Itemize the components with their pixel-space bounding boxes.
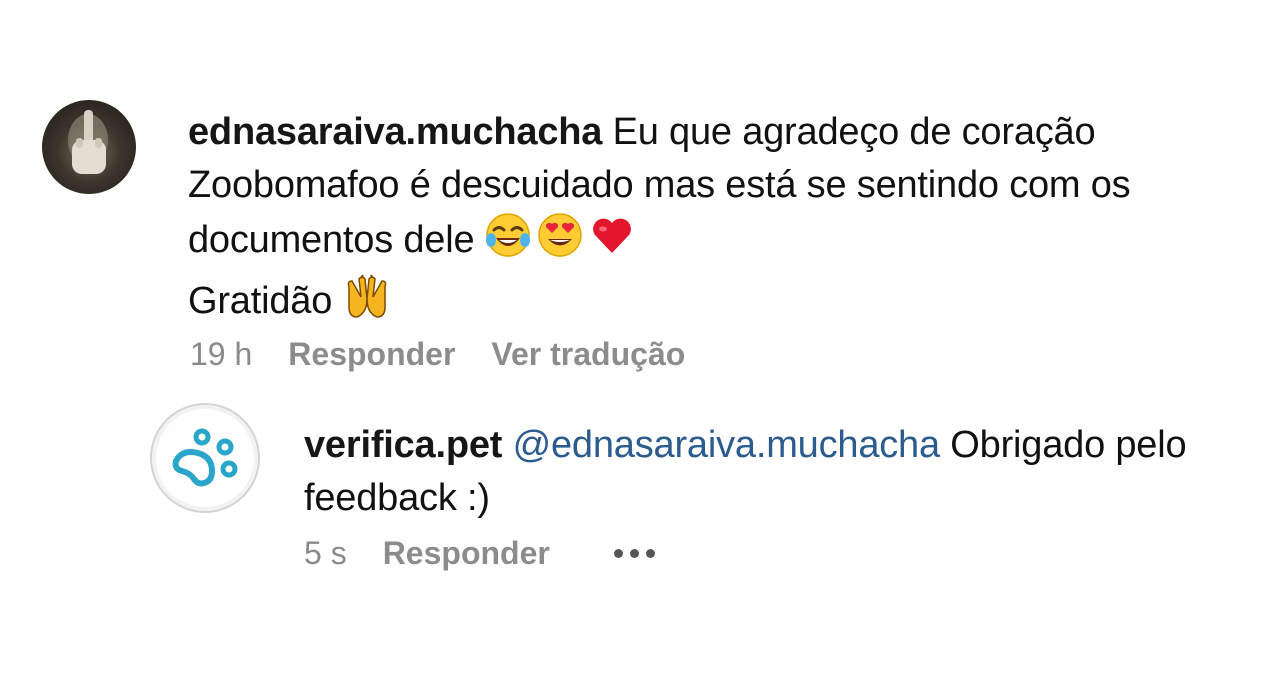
raising-hands-emoji-icon (343, 273, 391, 334)
reply-username[interactable]: verifica.pet (304, 424, 502, 466)
reply-button[interactable]: Responder (383, 535, 550, 572)
comment-text-line-1: Eu que agradeço de coração (612, 111, 1096, 153)
comment-username[interactable]: ednasaraiva.muchacha (188, 111, 602, 153)
comment-text-line-3: documentos dele (188, 219, 475, 261)
reply-button[interactable]: Responder (288, 336, 455, 373)
reply-body: verifica.pet @ednasaraiva.muchacha Obrig… (304, 419, 1264, 525)
reply-timestamp: 5 s (304, 535, 347, 571)
mention-link[interactable]: @ednasaraiva.muchacha (513, 424, 940, 466)
comment-line-4: Gratidão (188, 273, 1248, 334)
comment-text-line-4: Gratidão (188, 280, 333, 322)
paw-logo-icon (161, 414, 249, 502)
comment-text: ednasaraiva.muchacha Eu que agradeço de … (188, 106, 1248, 334)
comment-line-3: documentos dele (188, 212, 1248, 273)
reply-text-line-1: Obrigado pelo (950, 424, 1187, 466)
comment-line-2: Zoobomafoo é descuidado mas está se sent… (188, 164, 1131, 206)
reply-text: verifica.pet @ednasaraiva.muchacha Obrig… (304, 419, 1264, 525)
avatar-photo-icon (68, 110, 108, 174)
heart-eyes-emoji-icon (537, 212, 583, 273)
red-heart-emoji-icon (589, 212, 635, 273)
tears-of-joy-emoji-icon (485, 212, 531, 273)
comment-meta: 19 h Responder Ver tradução (190, 336, 721, 373)
avatar[interactable] (150, 403, 260, 513)
reply-meta: 5 s Responder (304, 535, 655, 572)
comment-line-1: ednasaraiva.muchacha Eu que agradeço de … (188, 106, 1248, 159)
comment-timestamp: 19 h (190, 336, 253, 372)
reply-line-2: feedback :) (304, 477, 490, 519)
more-options-icon[interactable] (613, 549, 655, 558)
reply-line-1: verifica.pet @ednasaraiva.muchacha Obrig… (304, 419, 1264, 472)
comment-body: ednasaraiva.muchacha Eu que agradeço de … (188, 106, 1248, 334)
see-translation-button[interactable]: Ver tradução (491, 336, 685, 373)
avatar[interactable] (42, 100, 136, 194)
